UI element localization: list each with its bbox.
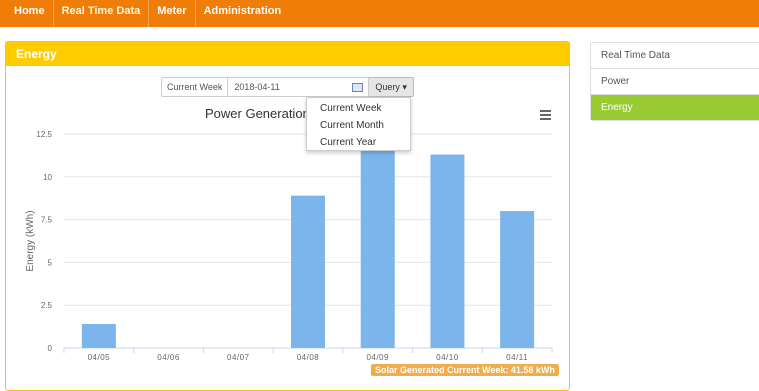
sidenav-item-real-time-data[interactable]: Real Time Data [591, 43, 759, 69]
dropdown-option-current-year[interactable]: Current Year [307, 134, 410, 151]
y-tick-label: 10 [43, 173, 52, 182]
x-tick-label: 04/08 [297, 353, 320, 362]
y-tick-label: 2.5 [41, 301, 53, 310]
solar-total-badge: Solar Generated Current Week: 41.58 kWh [371, 364, 559, 376]
y-tick-label: 12.5 [36, 130, 52, 139]
side-nav: Real Time Data Power Energy [590, 42, 759, 121]
x-tick-label: 04/10 [436, 353, 459, 362]
chart-title: Power Generation [205, 106, 310, 121]
bar-04-10 [430, 154, 465, 348]
bar-04-09 [360, 142, 395, 348]
bar-04-05 [81, 324, 116, 348]
x-tick-label: 04/06 [157, 353, 180, 362]
query-dropdown-menu: Current Week Current Month Current Year [306, 97, 411, 151]
hamburger-menu-icon[interactable] [540, 110, 551, 120]
x-tick-label: 04/07 [227, 353, 250, 362]
y-axis-title: Energy (kWh) [25, 210, 36, 271]
bar-04-11 [500, 211, 535, 348]
x-tick-label: 04/11 [506, 353, 528, 362]
x-tick-label: 04/05 [88, 353, 111, 362]
y-tick-label: 7.5 [41, 216, 53, 225]
sidenav-item-power[interactable]: Power [591, 69, 759, 95]
x-tick-label: 04/09 [366, 353, 389, 362]
dropdown-option-current-week[interactable]: Current Week [307, 100, 410, 117]
y-tick-label: 5 [48, 258, 53, 267]
bar-04-08 [291, 195, 325, 348]
sidenav-item-energy[interactable]: Energy [591, 95, 759, 120]
y-tick-label: 0 [48, 344, 53, 353]
dropdown-option-current-month[interactable]: Current Month [307, 117, 410, 134]
